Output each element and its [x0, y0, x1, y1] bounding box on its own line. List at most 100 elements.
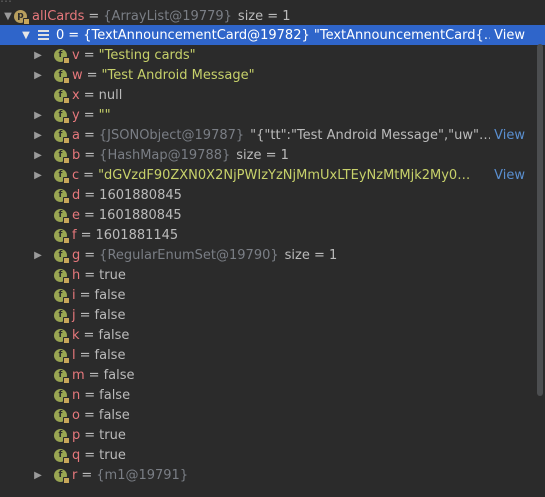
view-link[interactable]: View [490, 27, 525, 43]
equals-sign: = [83, 87, 95, 103]
field-value: false [98, 407, 130, 423]
object-reference: {m1@19791} [96, 467, 189, 483]
object-reference: {RegularEnumSet@19790} [99, 247, 279, 263]
field-value: "Test Android Message" [101, 67, 255, 83]
variable-name: e [72, 207, 80, 223]
previous-row-partial: … [0, 0, 545, 3]
tree-row-field-a[interactable]: ▶ f a = {JSONObject@19787} "{"tt":"Test Andro… [0, 125, 545, 145]
equals-sign: = [84, 387, 96, 403]
field-badge-icon: f [54, 168, 70, 184]
variable-name: w [72, 67, 83, 83]
equals-sign: = [86, 67, 98, 83]
tree-row-field-y[interactable]: ▶ f y = "" [0, 105, 545, 125]
tree-row-field-x[interactable]: f x = null [0, 85, 545, 105]
tree-row-field-g[interactable]: ▶ f g = {RegularEnumSet@19790} size = 1 [0, 245, 545, 265]
tree-row-field-p[interactable]: f p = true [0, 425, 545, 445]
equals-sign: = [83, 407, 95, 423]
tree-row-field-q[interactable]: f q = true [0, 445, 545, 465]
tree-row-field-c[interactable]: ▶ f c = "dGVzdF90ZXN0X2NjPWIzYzNjMmUxLTEyNzM… [0, 165, 545, 185]
field-badge-icon: p [14, 9, 30, 25]
variable-name: a [72, 127, 80, 143]
variable-name: c [72, 167, 80, 183]
field-value: false [98, 327, 130, 343]
chevron-right-icon[interactable]: ▶ [32, 70, 44, 81]
chevron-right-icon[interactable]: ▶ [32, 150, 44, 161]
tree-row-field-b[interactable]: ▶ f b = {HashMap@19788} size = 1 [0, 145, 545, 165]
tree-row-field-i[interactable]: f i = false [0, 285, 545, 305]
debugger-variables-tree: … ▼ p allCards = {ArrayList@19779} size … [0, 0, 545, 497]
variable-name: p [72, 427, 81, 443]
variable-name: d [72, 187, 81, 203]
tree-row-field-j[interactable]: f j = false [0, 305, 545, 325]
tree-row-field-e[interactable]: f e = 1601880845 [0, 205, 545, 225]
variable-name: g [72, 247, 81, 263]
chevron-right-icon[interactable]: ▶ [32, 130, 44, 141]
view-link[interactable]: View [490, 127, 525, 143]
field-value: "" [98, 107, 111, 123]
field-value: true [99, 447, 126, 463]
equals-sign: = [79, 287, 91, 303]
tree-row-field-k[interactable]: f k = false [0, 325, 545, 345]
variable-name: v [72, 47, 80, 63]
field-value: false [103, 367, 135, 383]
field-badge-icon: f [54, 248, 70, 264]
tree-row-field-n[interactable]: f n = false [0, 385, 545, 405]
field-value: true [99, 267, 126, 283]
equals-sign: = [83, 167, 95, 183]
field-value: "dGVzdF90ZXN0X2NjPWIzYzNjMmUxLTEyNzMtMjk… [98, 167, 471, 183]
equals-sign: = [84, 147, 96, 163]
size-label: size = 1 [237, 8, 291, 24]
tree-row-item-0[interactable]: ▼ 0 = {TextAnnouncementCard@19782} "Text… [0, 25, 545, 45]
size-label: size = 1 [236, 147, 289, 163]
tree-row-allCards[interactable]: ▼ p allCards = {ArrayList@19779} size = … [0, 6, 545, 26]
tree-row-field-r[interactable]: ▶ f r = {m1@19791} [0, 465, 545, 485]
variable-name: 0 [56, 27, 65, 43]
chevron-right-icon[interactable]: ▶ [32, 110, 44, 121]
field-badge-icon: f [54, 208, 70, 224]
chevron-right-icon[interactable]: ▶ [32, 170, 44, 181]
equals-sign: = [79, 347, 91, 363]
variable-name: k [72, 327, 80, 343]
variable-name: n [72, 387, 81, 403]
field-badge-icon: f [54, 348, 70, 364]
field-badge-icon: f [54, 268, 70, 284]
object-reference: {JSONObject@19787} [98, 127, 245, 143]
field-badge-icon: f [54, 328, 70, 344]
chevron-right-icon[interactable]: ▶ [32, 250, 44, 261]
equals-sign: = [84, 427, 96, 443]
equals-sign: = [68, 27, 80, 43]
chevron-down-icon[interactable]: ▼ [2, 11, 14, 22]
tree-row-field-m[interactable]: f m = false [0, 365, 545, 385]
tree-row-field-d[interactable]: f d = 1601880845 [0, 185, 545, 205]
chevron-right-icon[interactable]: ▶ [32, 470, 44, 481]
tree-row-field-v[interactable]: ▶ f v = "Testing cards" [0, 45, 545, 65]
tree-row-field-w[interactable]: ▶ f w = "Test Android Message" [0, 65, 545, 85]
field-value: 1601880845 [99, 187, 182, 203]
view-link[interactable]: View [490, 167, 525, 183]
variable-name: o [72, 407, 80, 423]
chevron-right-icon[interactable]: ▶ [32, 50, 44, 61]
field-value: false [99, 387, 131, 403]
field-badge-icon: f [54, 88, 70, 104]
equals-sign: = [83, 107, 95, 123]
chevron-down-icon[interactable]: ▼ [20, 30, 32, 41]
vertical-scrollbar[interactable] [537, 44, 543, 396]
variable-name: x [72, 87, 80, 103]
field-value: null [98, 87, 123, 103]
variable-name: y [72, 107, 80, 123]
field-value: false [94, 307, 126, 323]
tree-row-field-h[interactable]: f h = true [0, 265, 545, 285]
equals-sign: = [84, 447, 96, 463]
tree-row-field-l[interactable]: f l = false [0, 345, 545, 365]
field-badge-icon: f [54, 468, 70, 484]
field-badge-icon: f [54, 68, 70, 84]
field-badge-icon: f [54, 288, 70, 304]
variable-name: j [72, 307, 76, 323]
equals-sign: = [79, 307, 91, 323]
field-value: false [94, 347, 126, 363]
tree-row-field-f[interactable]: f f = 1601881145 [0, 225, 545, 245]
field-badge-icon: f [54, 188, 70, 204]
equals-sign: = [80, 227, 92, 243]
equals-sign: = [84, 187, 96, 203]
tree-row-field-o[interactable]: f o = false [0, 405, 545, 425]
